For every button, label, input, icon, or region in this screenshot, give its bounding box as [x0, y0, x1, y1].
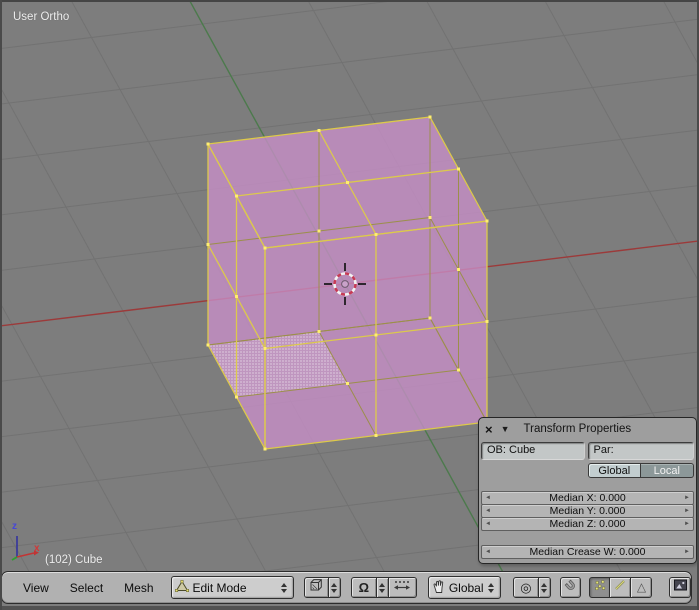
window-border-top [0, 0, 699, 2]
menu-mesh[interactable]: Mesh [124, 581, 153, 595]
mode-stepper-icon[interactable] [279, 582, 290, 593]
parent-field[interactable]: Par: [587, 442, 694, 460]
close-icon[interactable]: × [485, 423, 493, 436]
proportional-edit-button[interactable]: ◎ [512, 577, 539, 598]
mode-dropdown[interactable]: Edit Mode [170, 576, 294, 599]
pivot-point-button[interactable]: Ω [350, 577, 377, 598]
menu-select[interactable]: Select [70, 581, 103, 595]
median-x-value: Median X: 0.000 [549, 491, 626, 504]
slider-left-arrow-icon[interactable]: ◄ [482, 506, 494, 517]
slider-left-arrow-icon[interactable]: ◄ [482, 493, 494, 504]
manipulator-icon [393, 578, 411, 597]
gizmo-x-label: x [34, 543, 40, 554]
orientation-label: Global [448, 580, 484, 595]
blender-3d-view-window: User Ortho (102) Cube z x × ▼ Transform … [0, 0, 699, 610]
slider-left-arrow-icon[interactable]: ◄ [482, 547, 494, 558]
axis-gizmo: z x [6, 521, 52, 566]
global-button[interactable]: Global [588, 463, 641, 478]
orientation-stepper-icon[interactable] [486, 582, 497, 593]
median-y-slider[interactable]: ◄ Median Y: 0.000 ► [481, 504, 694, 518]
median-crease-value: Median Crease W: 0.000 [529, 545, 646, 558]
render-preview-button[interactable] [669, 577, 691, 598]
active-object-label: (102) Cube [45, 554, 103, 566]
edge-select-button[interactable] [610, 577, 632, 598]
local-button[interactable]: Local [640, 463, 694, 478]
panel-header[interactable]: × ▼ Transform Properties [479, 418, 696, 438]
median-x-slider[interactable]: ◄ Median X: 0.000 ► [481, 491, 694, 505]
collapse-triangle-icon[interactable]: ▼ [501, 424, 510, 434]
slider-right-arrow-icon[interactable]: ► [681, 506, 693, 517]
render-image-icon [673, 578, 688, 597]
snap-button[interactable] [559, 577, 582, 598]
manipulator-button[interactable] [388, 577, 417, 598]
median-z-slider[interactable]: ◄ Median Z: 0.000 ► [481, 517, 694, 531]
proportional-stepper[interactable] [538, 577, 551, 598]
window-border-left [0, 0, 2, 610]
proportional-edit-icon: ◎ [520, 580, 532, 595]
slider-right-arrow-icon[interactable]: ► [681, 547, 693, 558]
magnet-icon [563, 578, 578, 598]
slider-right-arrow-icon[interactable]: ► [681, 493, 693, 504]
edit-mode-triangle-icon [174, 579, 189, 596]
median-y-value: Median Y: 0.000 [549, 504, 626, 517]
orientation-dropdown[interactable]: Global [427, 576, 501, 599]
slider-left-arrow-icon[interactable]: ◄ [482, 519, 494, 530]
view-mode-label: User Ortho [13, 11, 70, 23]
face-select-button[interactable]: △ [631, 577, 653, 598]
draw-type-button[interactable] [303, 577, 329, 598]
vertex-select-button[interactable] [589, 577, 611, 598]
median-crease-slider[interactable]: ◄ Median Crease W: 0.000 ► [481, 545, 694, 559]
edge-select-icon [613, 578, 627, 597]
gizmo-z-label: z [12, 521, 17, 532]
median-z-value: Median Z: 0.000 [549, 517, 626, 530]
transform-properties-panel: × ▼ Transform Properties OB: Cube Par: G… [478, 417, 697, 564]
panel-title: Transform Properties [523, 423, 632, 435]
pivot-icon: Ω [358, 580, 370, 595]
draw-type-stepper[interactable] [328, 577, 341, 598]
slider-right-arrow-icon[interactable]: ► [681, 519, 693, 530]
window-border-bottom [0, 606, 699, 610]
vertex-select-icon [593, 578, 607, 597]
menu-view[interactable]: View [23, 581, 49, 595]
gizmo-x-axis [16, 552, 35, 558]
view3d-header: View Select Mesh Edit Mode Ω Global ◎ △ [1, 571, 692, 604]
gizmo-y-axis [11, 556, 18, 561]
pivot-stepper[interactable] [376, 577, 389, 598]
object-name-field[interactable]: OB: Cube [481, 442, 585, 460]
face-select-icon: △ [636, 580, 647, 594]
mode-label: Edit Mode [192, 580, 247, 595]
hand-icon [432, 579, 446, 597]
draw-type-cube-icon [309, 578, 323, 597]
